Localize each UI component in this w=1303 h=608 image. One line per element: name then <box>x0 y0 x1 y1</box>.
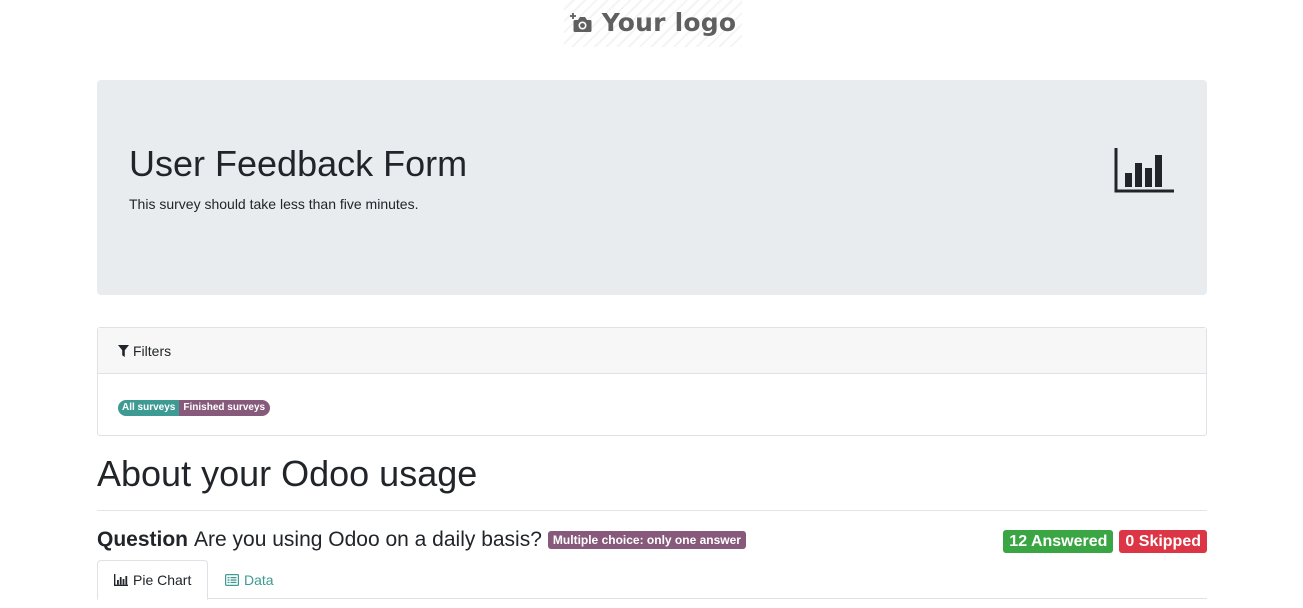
camera-plus-icon <box>569 12 592 32</box>
survey-hero: User Feedback Form This survey should ta… <box>97 80 1207 295</box>
survey-title: User Feedback Form <box>129 143 468 184</box>
filters-label: Filters <box>133 342 172 359</box>
question-prefix: Question <box>97 528 189 551</box>
tab-pie-chart[interactable]: Pie Chart <box>97 560 209 600</box>
filter-all-surveys[interactable]: All surveys <box>118 400 180 416</box>
bar-chart-icon <box>114 574 128 586</box>
section-divider <box>97 510 1207 511</box>
question-type-badge: Multiple choice: only one answer <box>547 531 746 549</box>
logo-inner: Your logo <box>569 8 737 37</box>
question-text: Are you using Odoo on a daily basis? <box>194 528 542 551</box>
tab-data[interactable]: Data <box>209 560 290 599</box>
company-logo[interactable]: Your logo <box>564 0 742 47</box>
question-heading: Question Are you using Odoo on a daily b… <box>97 527 746 553</box>
filter-icon <box>118 344 129 357</box>
question-stats: 12 Answered 0 Skipped <box>1003 530 1207 553</box>
tab-data-label: Data <box>244 571 274 588</box>
result-tabs: Pie Chart Data <box>97 560 1207 600</box>
question-row: Question Are you using Odoo on a daily b… <box>97 527 1207 555</box>
filters-panel: Filters All surveys Finished surveys <box>97 327 1207 436</box>
logo-text: Your logo <box>601 8 737 37</box>
answered-badge[interactable]: 12 Answered <box>1003 530 1114 553</box>
filter-tag-group: All surveys Finished surveys <box>118 400 271 416</box>
section-title: About your Odoo usage <box>97 453 478 494</box>
skipped-badge[interactable]: 0 Skipped <box>1119 530 1207 553</box>
filters-body: All surveys Finished surveys <box>98 374 1206 416</box>
filters-header: Filters <box>98 328 1206 374</box>
survey-subtitle: This survey should take less than five m… <box>129 196 419 212</box>
bar-chart-icon <box>1114 148 1174 193</box>
list-icon <box>225 573 239 586</box>
tab-pie-chart-label: Pie Chart <box>133 572 192 588</box>
filter-finished-surveys[interactable]: Finished surveys <box>179 400 271 416</box>
